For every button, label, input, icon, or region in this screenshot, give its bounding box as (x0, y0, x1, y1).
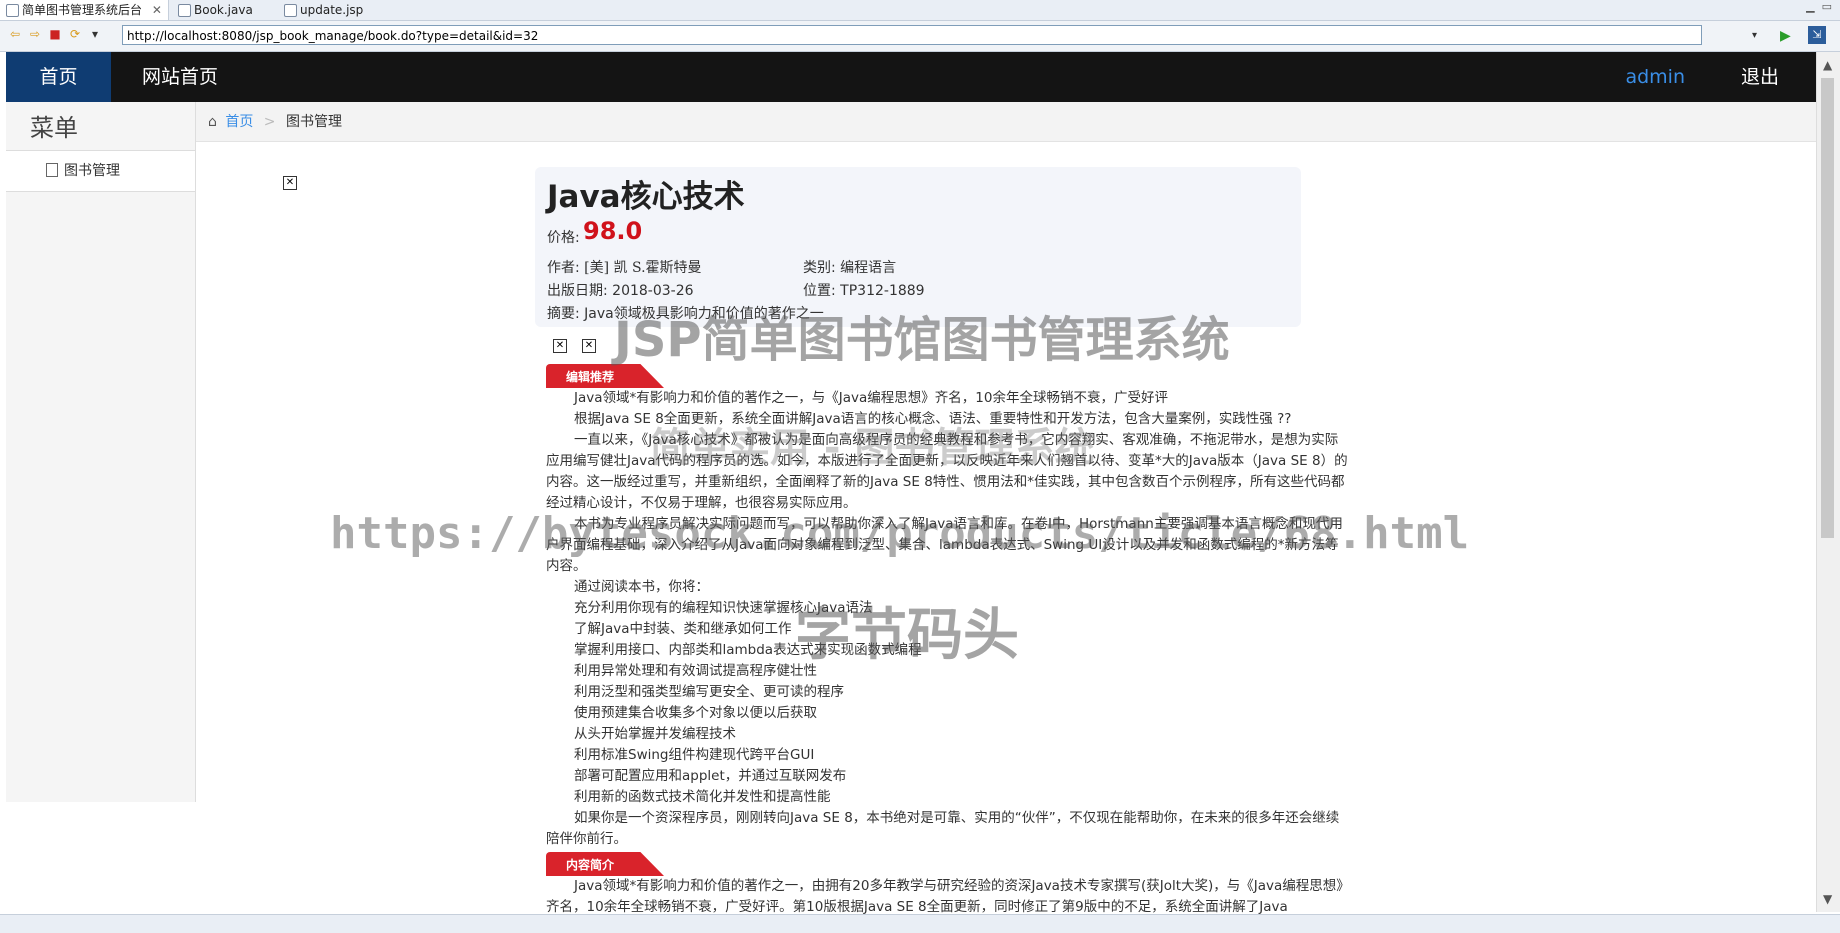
back-icon[interactable]: ⇦ (8, 27, 22, 41)
section-tag-label: 编辑推荐 (566, 370, 615, 384)
summary-value: Java领域极具影响力和价值的著作之一 (584, 306, 824, 322)
content-paragraph: 利用新的函数式技术简化并发性和提高性能 (574, 789, 831, 805)
document-icon (46, 163, 58, 177)
scrollbar-thumb[interactable] (1821, 78, 1834, 538)
close-icon[interactable]: ✕ (152, 3, 162, 17)
content-paragraph: 利用标准Swing组件构建现代跨平台GUI (574, 747, 815, 763)
editor-tab-book-java[interactable]: Book.java (172, 0, 259, 20)
editor-tab-bar: 简单图书管理系统后台 ✕ Book.java update.jsp ▁ ▭ (0, 0, 1840, 21)
logout-link[interactable]: 退出 (1741, 52, 1779, 102)
author-row: 作者: [美] 凯 S.霍斯特曼 (547, 257, 702, 277)
external-browser-icon[interactable]: ⇲ (1808, 26, 1826, 44)
book-title: Java核心技术 (547, 179, 745, 215)
refresh-icon[interactable]: ⟳ (68, 27, 82, 41)
summary-row: 摘要: Java领域极具影响力和价值的著作之一 (547, 303, 824, 323)
browser-toolbar: ⇦ ⇨ ■ ⟳ ▾ http://localhost:8080/jsp_book_man… (0, 21, 1840, 52)
scroll-up-icon[interactable]: ▲ (1823, 58, 1832, 72)
section-tag-intro: 内容简介 (546, 852, 664, 876)
editor-tab-admin[interactable]: 简单图书管理系统后台 ✕ (0, 0, 169, 20)
breadcrumb-current: 图书管理 (285, 114, 342, 130)
section-tag-editor-pick: 编辑推荐 (546, 364, 664, 388)
vertical-scrollbar[interactable]: ▲ ▼ (1816, 52, 1840, 912)
date-value: 2018-03-26 (612, 283, 694, 299)
content-paragraph: 一直以来，《Java核心技术》都被认为是面向高级程序员的经典教程和参考书，它内容… (546, 432, 1348, 511)
editor-tab-update-jsp[interactable]: update.jsp (278, 0, 369, 20)
browser-tab-icon (6, 4, 19, 17)
maximize-icon[interactable]: ▭ (1822, 0, 1832, 13)
breadcrumb: ⌂ 首页 > 图书管理 (196, 102, 1816, 142)
nav-site-home-link[interactable]: 网站首页 (142, 52, 218, 102)
sidebar-title: 菜单 (6, 102, 195, 151)
java-file-icon (178, 4, 191, 17)
menu-dropdown-icon[interactable]: ▾ (88, 27, 102, 41)
category-row: 类别: 编程语言 (803, 257, 896, 277)
content-paragraph: 利用泛型和强类型编写更安全、更可读的程序 (574, 684, 844, 700)
nav-home-link[interactable]: 首页 (6, 52, 111, 102)
content-paragraph: Java领域*有影响力和价值的著作之一，与《Java编程思想》齐名，10余年全球… (574, 390, 1168, 406)
category-value: 编程语言 (840, 260, 897, 276)
scroll-down-icon[interactable]: ▼ (1823, 892, 1832, 906)
content-paragraph: 从头开始掌握并发编程技术 (574, 726, 736, 742)
broken-image-icon: ✕ (283, 176, 297, 190)
sidebar: 菜单 图书管理 (6, 102, 196, 802)
book-price: 98.0 (583, 217, 643, 245)
location-value: TP312-1889 (840, 283, 925, 299)
content-paragraph: 本书为专业程序员解决实际问题而写，可以帮助你深入了解Java语言和库。在卷I中，… (546, 516, 1343, 574)
author-label: 作者: (547, 260, 580, 276)
content-paragraph: 如果你是一个资深程序员，刚刚转向Java SE 8，本书绝对是可靠、实用的“伙伴… (546, 810, 1340, 847)
content-paragraph: 充分利用你现有的编程知识快速掌握核心Java语法 (574, 600, 873, 616)
stop-icon[interactable]: ■ (48, 27, 62, 41)
content-paragraph: 部署可配置应用和applet，并通过互联网发布 (574, 768, 847, 784)
price-label: 价格: (547, 230, 580, 246)
category-label: 类别: (803, 260, 836, 276)
top-navbar: 首页 网站首页 admin 退出 (6, 52, 1817, 102)
summary-label: 摘要: (547, 306, 580, 322)
author-value: [美] 凯 S.霍斯特曼 (584, 260, 702, 276)
go-icon[interactable]: ▶ (1780, 28, 1791, 44)
section-tag-label: 内容简介 (566, 858, 615, 872)
date-row: 出版日期: 2018-03-26 (547, 280, 694, 300)
jsp-file-icon (284, 4, 297, 17)
url-input[interactable]: http://localhost:8080/jsp_book_manage/bo… (122, 25, 1702, 45)
content-paragraph: 通过阅读本书，你将： (574, 579, 709, 595)
chevron-down-icon[interactable]: ▾ (1752, 30, 1757, 41)
broken-image-icon: ✕ (553, 339, 567, 353)
editor-tab-label: update.jsp (300, 3, 364, 17)
location-row: 位置: TP312-1889 (803, 280, 925, 300)
editor-tab-label: 简单图书管理系统后台 (22, 3, 143, 17)
user-name-link[interactable]: admin (1625, 52, 1685, 102)
sidebar-item-label: 图书管理 (64, 163, 120, 179)
content-paragraph: 掌握利用接口、内部类和lambda表达式来实现函数式编程 (574, 642, 922, 658)
editor-pick-content: Java领域*有影响力和价值的著作之一，与《Java编程思想》齐名，10余年全球… (546, 388, 1348, 850)
browser-nav-buttons: ⇦ ⇨ ■ ⟳ ▾ (8, 27, 108, 42)
broken-image-icon: ✕ (582, 339, 596, 353)
content-paragraph: 使用预建集合收集多个对象以便以后获取 (574, 705, 817, 721)
home-icon: ⌂ (208, 114, 217, 130)
breadcrumb-home-link[interactable]: 首页 (225, 114, 253, 130)
content-paragraph: 利用异常处理和有效调试提高程序健壮性 (574, 663, 817, 679)
book-info-card: Java核心技术 价格: 98.0 作者: [美] 凯 S.霍斯特曼 类别: 编… (535, 167, 1301, 327)
ide-status-bar (0, 914, 1840, 933)
intro-content: Java领域*有影响力和价值的著作之一，由拥有20多年教学与研究经验的资深Jav… (546, 876, 1348, 916)
minimize-icon[interactable]: ▁ (1806, 0, 1814, 13)
sidebar-item-book-management[interactable]: 图书管理 (6, 151, 195, 192)
content-paragraph: 了解Java中封装、类和继承如何工作 (574, 621, 792, 637)
content-paragraph: Java领域*有影响力和价值的著作之一，由拥有20多年教学与研究经验的资深Jav… (546, 878, 1344, 915)
breadcrumb-separator: > (263, 114, 276, 130)
window-controls: ▁ ▭ (1806, 0, 1832, 13)
content-paragraph: 根据Java SE 8全面更新，系统全面讲解Java语言的核心概念、语法、重要特… (574, 411, 1292, 427)
date-label: 出版日期: (547, 283, 608, 299)
forward-icon[interactable]: ⇨ (28, 27, 42, 41)
location-label: 位置: (803, 283, 836, 299)
editor-tab-label: Book.java (194, 3, 253, 17)
